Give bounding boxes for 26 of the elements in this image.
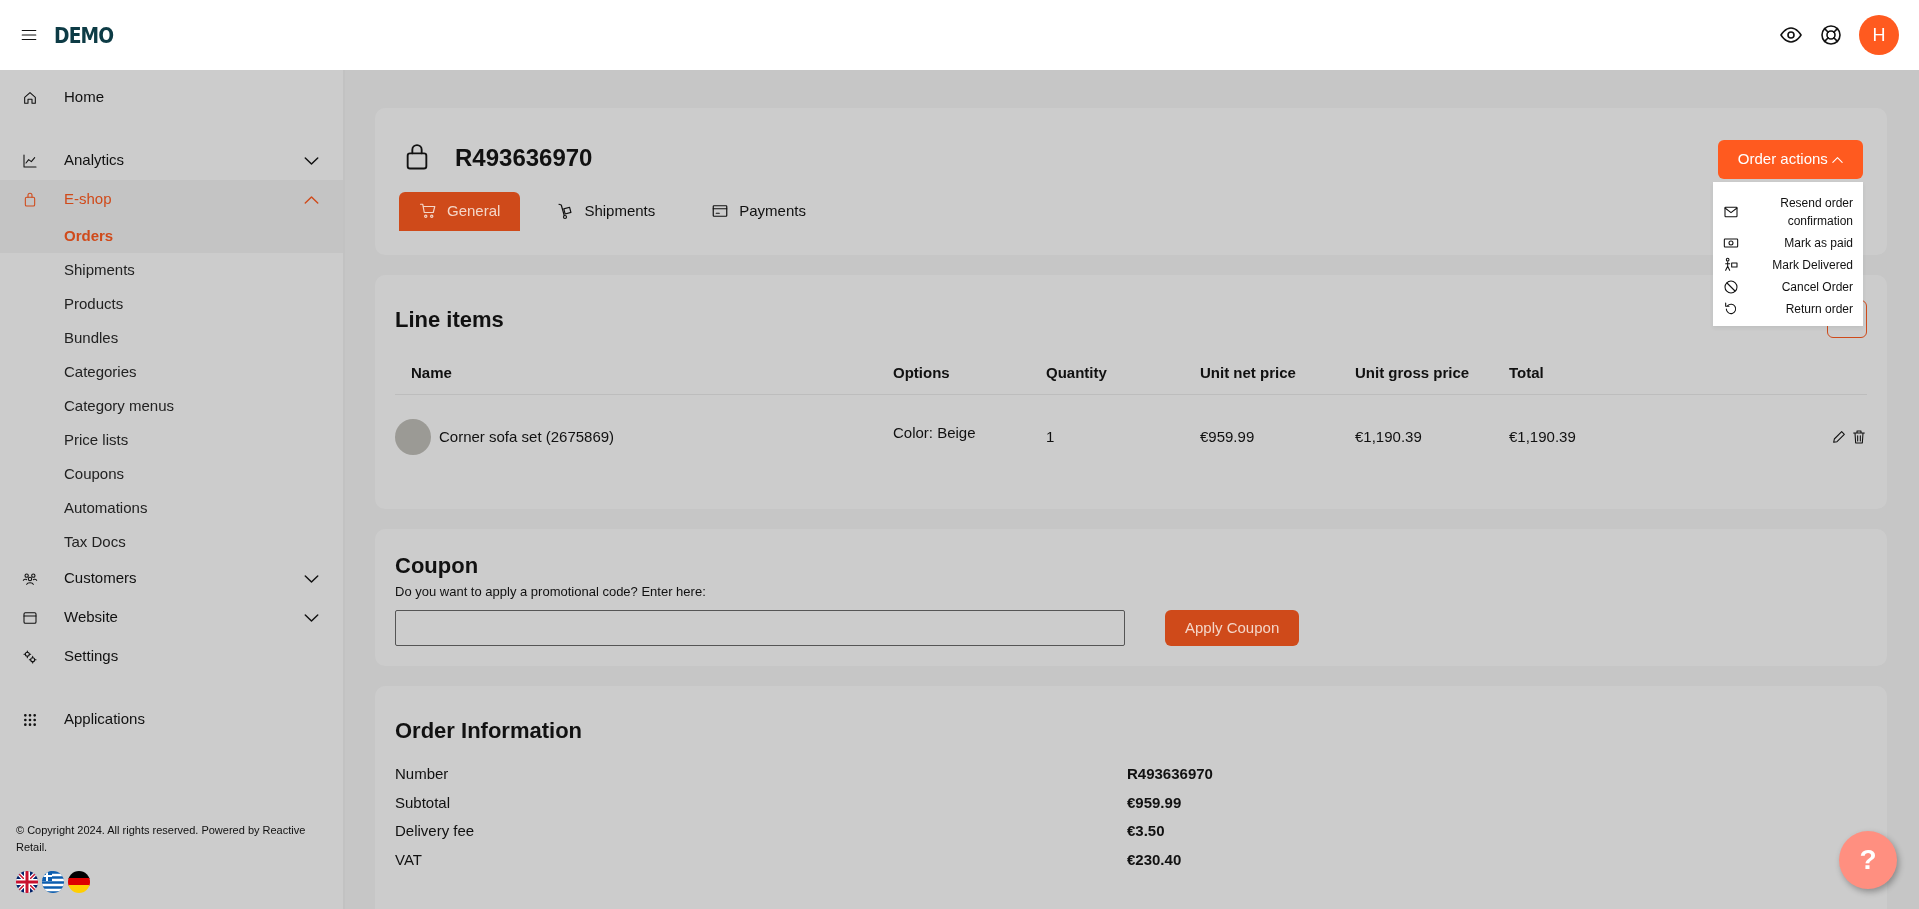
table-cell-text: €1,190.39 [1355, 426, 1423, 447]
column-header: Unit gross price [1355, 351, 1509, 395]
info-label: Subtotal [395, 792, 452, 813]
table-cell-text: Color: Beige [893, 422, 977, 443]
order-number: R493636970 [455, 143, 593, 173]
table-cell-text: 1 [1046, 426, 1056, 447]
info-label: VAT [395, 849, 423, 870]
info-value: €230.40 [1127, 849, 1183, 870]
info-value: R493636970 [1127, 764, 1214, 784]
info-value: €959.99 [1127, 792, 1183, 813]
column-header: Options [893, 351, 1046, 395]
info-value: €3.50 [1127, 821, 1166, 841]
column-header: Unit net price [1200, 351, 1355, 395]
section-title: Line items [395, 305, 504, 334]
column-header: Total [1509, 351, 1807, 395]
info-label: Number [395, 764, 450, 784]
table-cell-text: Corner sofa set (2675869) [439, 426, 615, 447]
column-header: Name [395, 351, 893, 395]
section-title: Order Information [395, 717, 583, 745]
info-label: Delivery fee [395, 821, 476, 841]
coupon-prompt: Do you want to apply a promotional code? Enter here: [395, 583, 707, 601]
section-title: Coupon [395, 552, 480, 580]
table-cell-text: €1,190.39 [1509, 426, 1577, 447]
table-cell-text: €959.99 [1200, 426, 1256, 447]
column-header: Quantity [1046, 351, 1200, 395]
copyright-text: © Copyright 2024. All rights reserved. Powered by Reactive Retail. [16, 823, 307, 855]
